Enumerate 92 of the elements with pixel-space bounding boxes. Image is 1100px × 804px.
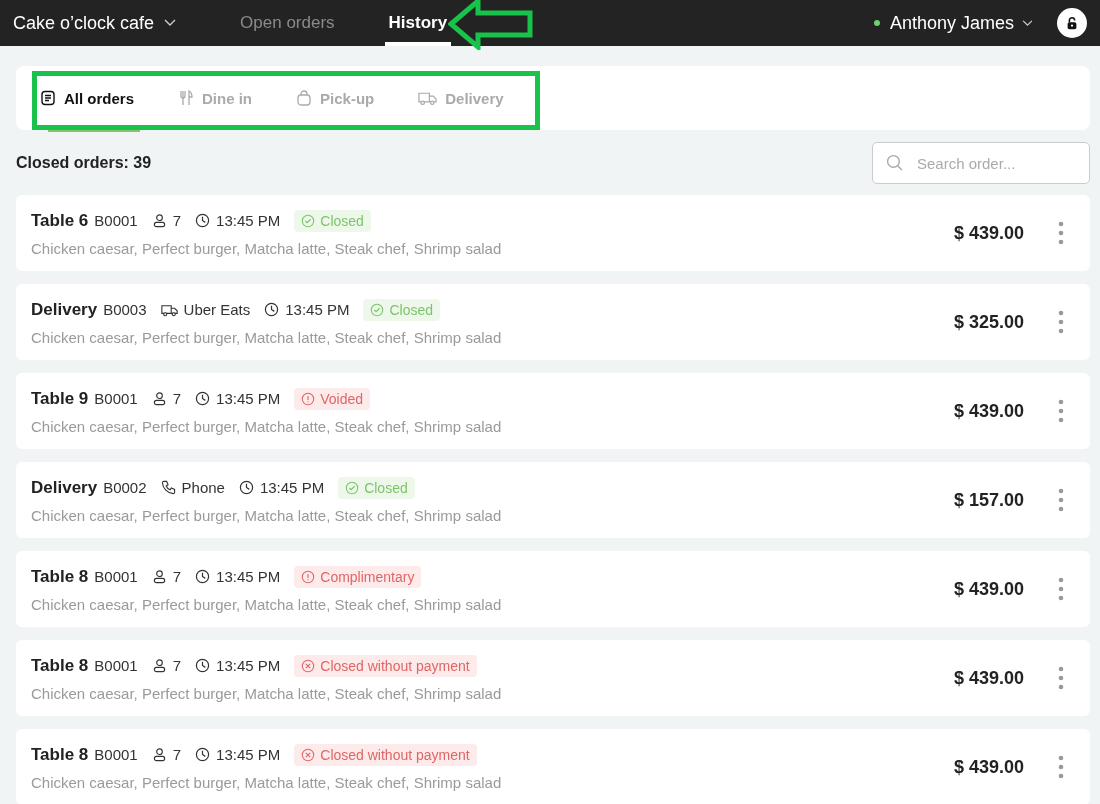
order-total: $ 439.00 bbox=[953, 756, 1024, 778]
order-meta: 7 bbox=[172, 568, 182, 585]
clock-icon bbox=[238, 480, 254, 495]
order-time: 13:45 PM bbox=[285, 301, 350, 318]
clock-icon bbox=[264, 302, 280, 317]
list-icon bbox=[40, 90, 56, 106]
order-meta: Phone bbox=[181, 479, 225, 496]
kebab-menu-icon bbox=[1058, 488, 1064, 512]
order-title: Table 8 bbox=[31, 566, 89, 587]
order-time: 13:45 PM bbox=[216, 212, 281, 229]
chevron-icon bbox=[1022, 19, 1033, 27]
truck-icon bbox=[418, 90, 438, 106]
clock-icon bbox=[195, 569, 211, 584]
person-icon bbox=[151, 658, 167, 673]
order-items: Chicken caesar, Perfect burger, Matcha latte, Steak chef, Shrimp salad bbox=[31, 328, 503, 346]
order-time: 13:45 PM bbox=[216, 568, 281, 585]
lock-icon bbox=[1065, 16, 1079, 30]
search-icon bbox=[886, 154, 903, 171]
search-field[interactable]: Search order... bbox=[872, 142, 1090, 184]
order-card[interactable]: Delivery B0003 Uber Eats 13:45 PM Closed Chicken caesar, Perfect burger, Matcha latte, Steak chef, Shrimp salad $ 325.00 bbox=[16, 284, 1090, 360]
order-card[interactable]: Table 8 B0001 7 13:45 PM Complimentary Chicken caesar, Perfect burger, Matcha latte, Steak chef, Shrimp salad $ 439.00 bbox=[16, 551, 1090, 627]
order-title: Delivery bbox=[31, 299, 98, 320]
person-icon bbox=[151, 569, 167, 584]
order-time: 13:45 PM bbox=[259, 479, 325, 496]
user-menu[interactable]: Anthony James bbox=[889, 12, 1033, 34]
person-icon bbox=[151, 747, 167, 762]
closed-orders-count: Closed orders: 39 bbox=[16, 154, 152, 172]
order-card[interactable]: Table 8 B0001 7 13:45 PM Closed without payment Chicken caesar, Perfect burger, Matcha latte, Steak chef, Shrimp salad $ 439.00 bbox=[16, 640, 1090, 716]
nav-tab[interactable]: Open orders bbox=[236, 0, 339, 46]
clock-icon bbox=[195, 213, 211, 228]
status-badge: Closed bbox=[294, 209, 371, 232]
order-time: 13:45 PM bbox=[216, 390, 281, 407]
status-badge: Closed bbox=[363, 298, 441, 321]
status-badge: Voided bbox=[294, 387, 371, 410]
order-items: Chicken caesar, Perfect burger, Matcha latte, Steak chef, Shrimp salad bbox=[31, 417, 503, 435]
order-meta: 7 bbox=[172, 657, 182, 674]
order-code: B0001 bbox=[94, 746, 138, 763]
order-total: $ 439.00 bbox=[953, 578, 1024, 600]
order-code: B0001 bbox=[94, 657, 138, 674]
order-title: Table 9 bbox=[31, 388, 89, 409]
truck-icon bbox=[160, 302, 178, 317]
order-card[interactable]: Table 9 B0001 7 13:45 PM Voided Chicken caesar, Perfect burger, Matcha latte, Steak chef, Shrimp salad $ 439.00 bbox=[16, 373, 1090, 449]
kebab-menu-icon bbox=[1058, 310, 1064, 334]
order-items: Chicken caesar, Perfect burger, Matcha latte, Steak chef, Shrimp salad bbox=[31, 684, 503, 702]
order-time: 13:45 PM bbox=[216, 746, 281, 763]
order-title: Table 8 bbox=[31, 655, 89, 676]
kebab-menu-icon bbox=[1058, 666, 1064, 690]
kebab-menu-icon bbox=[1058, 577, 1064, 601]
clock-icon bbox=[195, 391, 211, 406]
bag-icon bbox=[296, 90, 313, 106]
order-code: B0001 bbox=[94, 390, 138, 407]
order-meta: 7 bbox=[172, 746, 182, 763]
order-code: B0001 bbox=[94, 212, 138, 229]
order-meta: 7 bbox=[172, 390, 182, 407]
order-meta: Uber Eats bbox=[183, 301, 251, 318]
order-title: Delivery bbox=[31, 477, 98, 498]
order-title: Table 6 bbox=[31, 210, 89, 231]
order-meta: 7 bbox=[172, 212, 182, 229]
chevron-icon bbox=[164, 19, 177, 27]
person-icon bbox=[151, 213, 167, 228]
kebab-menu-icon bbox=[1058, 399, 1064, 423]
clock-icon bbox=[195, 658, 211, 673]
order-total: $ 439.00 bbox=[953, 400, 1024, 422]
venue-dropdown[interactable]: Cake o’clock cafe bbox=[13, 12, 177, 34]
order-items: Chicken caesar, Perfect burger, Matcha latte, Steak chef, Shrimp salad bbox=[31, 595, 503, 613]
clock-icon bbox=[195, 747, 211, 762]
order-code: B0002 bbox=[103, 479, 147, 496]
order-card[interactable]: Table 8 B0001 7 13:45 PM Closed without payment Chicken caesar, Perfect burger, Matcha latte, Steak chef, Shrimp salad $ 439.00 bbox=[16, 729, 1090, 804]
order-total: $ 439.00 bbox=[953, 667, 1024, 689]
order-time: 13:45 PM bbox=[216, 657, 281, 674]
order-code: B0001 bbox=[94, 568, 138, 585]
person-icon bbox=[151, 391, 167, 406]
order-title: Table 8 bbox=[31, 744, 89, 765]
order-items: Chicken caesar, Perfect burger, Matcha latte, Steak chef, Shrimp salad bbox=[31, 239, 503, 257]
status-badge: Closed bbox=[338, 476, 415, 499]
order-card[interactable]: Delivery B0002 Phone 13:45 PM Closed Chicken caesar, Perfect burger, Matcha latte, Steak chef, Shrimp salad $ 157.00 bbox=[16, 462, 1090, 538]
status-badge: Closed without payment bbox=[294, 743, 477, 766]
status-badge: Closed without payment bbox=[294, 654, 477, 677]
order-items: Chicken caesar, Perfect burger, Matcha latte, Steak chef, Shrimp salad bbox=[31, 506, 503, 524]
order-total: $ 325.00 bbox=[953, 311, 1024, 333]
lock-button[interactable] bbox=[1057, 8, 1087, 38]
kebab-menu-icon bbox=[1058, 755, 1064, 779]
order-card[interactable]: Table 6 B0001 7 13:45 PM Closed Chicken caesar, Perfect burger, Matcha latte, Steak chef, Shrimp salad $ 439.00 bbox=[16, 195, 1090, 271]
phone-icon bbox=[160, 480, 176, 495]
kebab-menu-icon bbox=[1058, 221, 1064, 245]
order-total: $ 439.00 bbox=[953, 222, 1024, 244]
status-badge: Complimentary bbox=[294, 565, 422, 588]
nav-tab[interactable]: History bbox=[384, 0, 452, 46]
order-items: Chicken caesar, Perfect burger, Matcha latte, Steak chef, Shrimp salad bbox=[31, 773, 503, 791]
fork-knife-icon bbox=[178, 90, 195, 106]
order-total: $ 157.00 bbox=[953, 489, 1024, 511]
order-code: B0003 bbox=[103, 301, 147, 318]
